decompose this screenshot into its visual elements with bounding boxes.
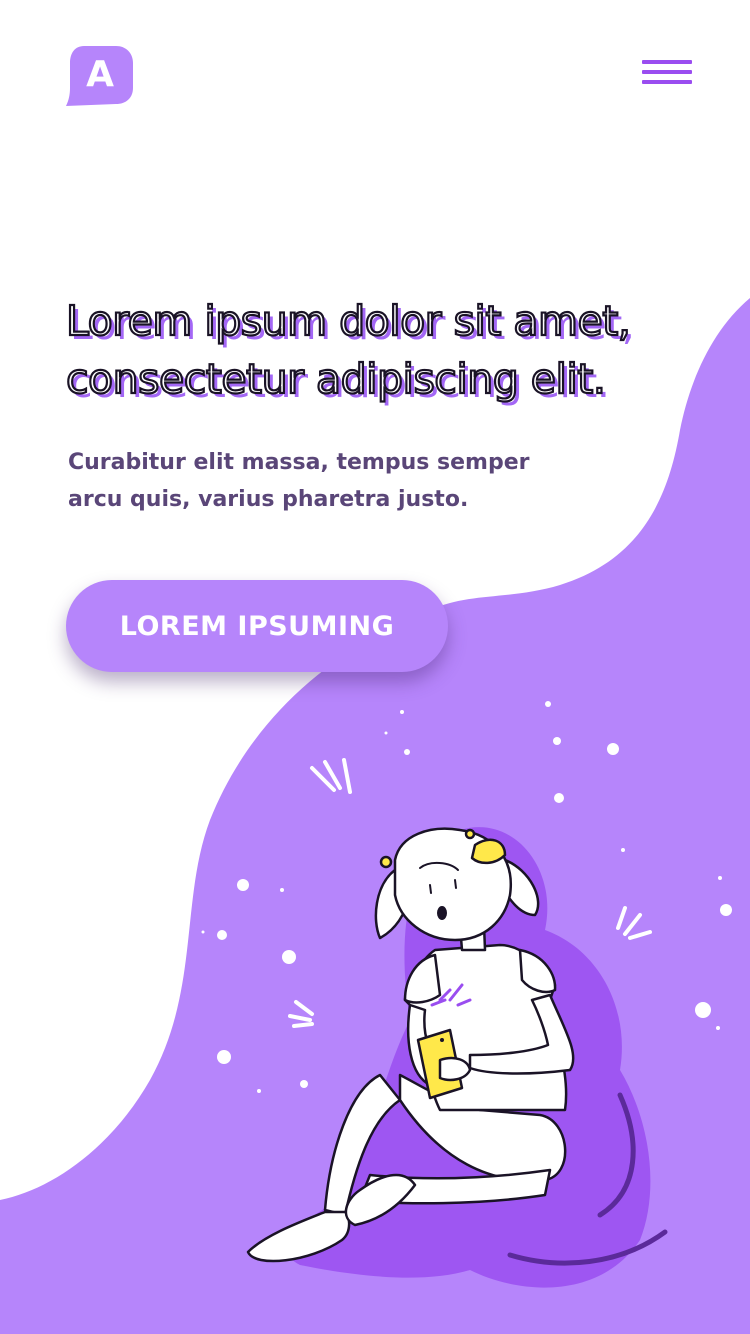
hero-subtext-line-2: arcu quis, varius pharetra justo. [68, 487, 469, 512]
hero-headline-line-1: Lorem ipsum dolor sit amet, [65, 296, 632, 346]
logo-letter: A [86, 54, 114, 95]
hero-subtext: Curabitur elit massa, tempus semper arcu… [68, 444, 608, 518]
hamburger-menu-icon[interactable] [640, 58, 694, 90]
menu-bar-middle [642, 70, 692, 74]
hero-subtext-line-1: Curabitur elit massa, tempus semper [68, 450, 530, 475]
menu-bar-top [642, 60, 692, 64]
menu-bar-bottom [642, 80, 692, 84]
landing-page: A Lorem ipsum dolor sit amet, consectetu… [0, 0, 750, 1334]
hero-headline: Lorem ipsum dolor sit amet, consectetur … [65, 292, 686, 408]
hero-headline-line-2: consectetur adipiscing elit. [65, 354, 607, 404]
cta-button[interactable]: LOREM IPSUMING [66, 580, 448, 672]
girl-with-phone-illustration [246, 827, 668, 1288]
